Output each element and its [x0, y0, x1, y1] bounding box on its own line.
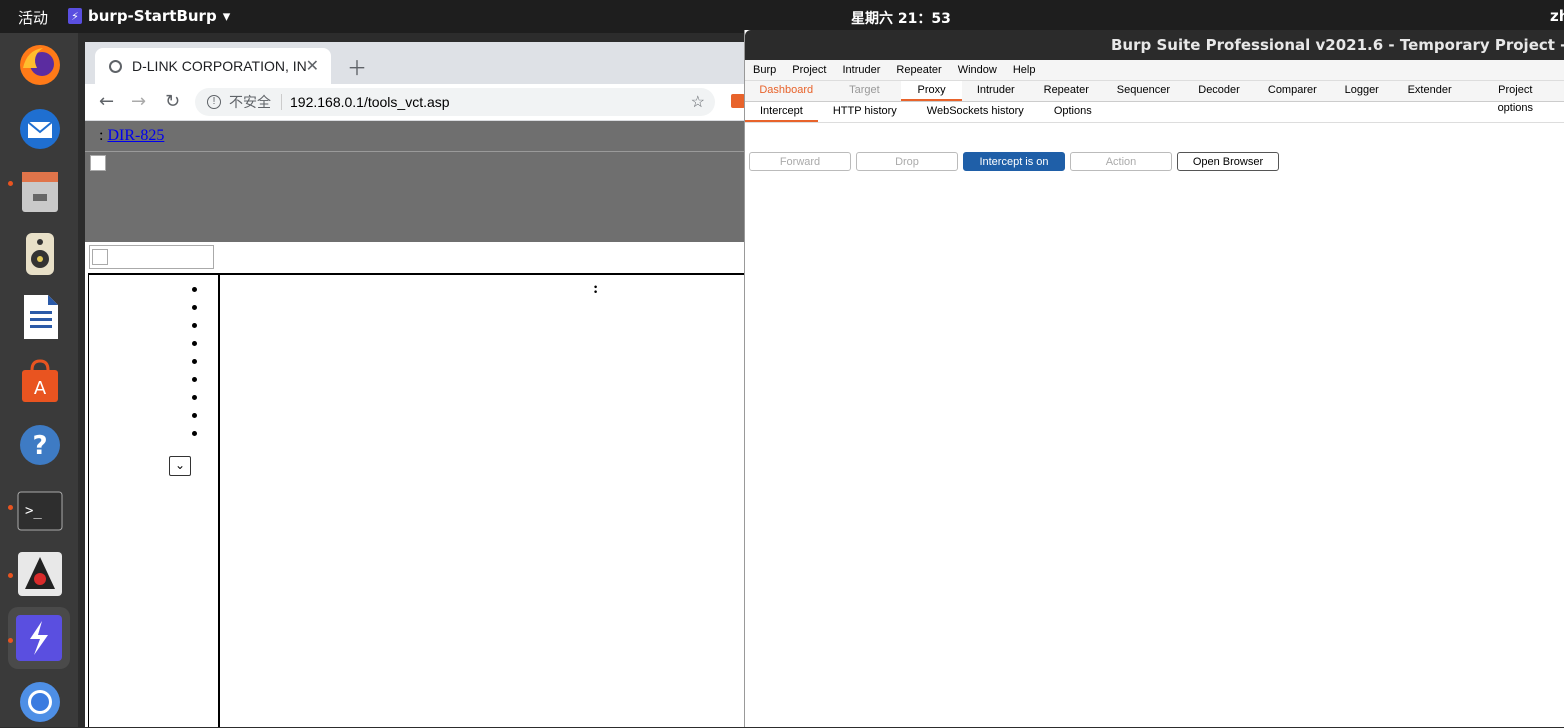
burp-icon[interactable]	[8, 607, 70, 669]
open-browser-button[interactable]: Open Browser	[1177, 152, 1279, 171]
extension-icon[interactable]	[731, 94, 745, 108]
software-center-icon[interactable]: A	[14, 355, 66, 407]
app-menu-label: burp-StartBurp	[88, 7, 217, 25]
banner	[85, 151, 765, 242]
main-tabs: Dashboard Target Proxy Intruder Repeater…	[745, 81, 1564, 114]
action-button[interactable]: Action	[1070, 152, 1172, 171]
insecure-label: 不安全	[229, 94, 271, 110]
user-menu[interactable]: zh	[1550, 7, 1564, 25]
burp-titlebar: Burp Suite Professional v2021.6 - Tempor…	[745, 30, 1564, 60]
proxy-sub-tabs: Intercept HTTP history WebSockets histor…	[745, 102, 1564, 123]
address-bar[interactable]: ! 不安全 192.168.0.1/tools_vct.asp ☆	[195, 88, 715, 116]
burp-app-icon: ⚡	[68, 8, 82, 24]
menu-burp[interactable]: Burp	[753, 64, 776, 76]
tab-repeater[interactable]: Repeater	[1030, 81, 1103, 101]
tab-proxy[interactable]: Proxy	[901, 81, 962, 101]
broken-image-icon	[90, 155, 106, 171]
broken-image-icon	[92, 249, 108, 265]
tab-intruder[interactable]: Intruder	[962, 81, 1030, 101]
title-prefix: :	[99, 127, 104, 144]
app-menu[interactable]: ⚡ burp-StartBurp ▾	[68, 7, 230, 25]
menu-intruder[interactable]: Intruder	[843, 64, 881, 76]
chevron-down-icon: ▾	[222, 7, 231, 25]
menu-window[interactable]: Window	[958, 64, 997, 76]
thunderbird-icon[interactable]	[14, 103, 66, 155]
menu-repeater[interactable]: Repeater	[896, 64, 941, 76]
burp-window: Burp Suite Professional v2021.6 - Tempor…	[744, 30, 1564, 727]
firefox-icon[interactable]	[14, 39, 66, 91]
dropdown-select[interactable]: ⌄	[169, 456, 191, 476]
running-indicator	[8, 181, 13, 186]
top-bar: 活动 ⚡ burp-StartBurp ▾ 星期六 21：53 zh	[0, 0, 1564, 33]
tab-http-history[interactable]: HTTP history	[818, 102, 912, 122]
svg-text:?: ?	[32, 431, 47, 461]
svg-text:>_: >_	[25, 503, 42, 519]
globe-icon	[109, 59, 122, 73]
tab-decoder[interactable]: Decoder	[1184, 81, 1254, 101]
menu-help[interactable]: Help	[1013, 64, 1036, 76]
writer-icon[interactable]	[14, 291, 66, 343]
section-colon: :	[593, 280, 599, 297]
content-area: ⌄ :	[88, 273, 765, 727]
back-arrow-icon[interactable]: ←	[99, 91, 114, 112]
clock[interactable]: 星期六 21：53	[851, 8, 951, 28]
reload-icon[interactable]: ↻	[165, 91, 180, 112]
tab-target[interactable]: Target	[828, 81, 902, 101]
dock: A ? >_	[0, 33, 78, 727]
new-tab-button[interactable]: ＋	[347, 52, 367, 81]
terminal-icon[interactable]: >_	[14, 485, 66, 537]
help-icon[interactable]: ?	[14, 419, 66, 471]
forward-arrow-icon[interactable]: →	[131, 91, 146, 112]
tab-websockets-history[interactable]: WebSockets history	[912, 102, 1039, 122]
warning-icon[interactable]: !	[207, 95, 221, 109]
divider	[281, 94, 282, 110]
rhythmbox-icon[interactable]	[14, 228, 66, 280]
browser-window: D-LINK CORPORATION, IN ✕ ＋ ← → ↻ ! 不安全 1…	[85, 42, 765, 727]
tab-strip: D-LINK CORPORATION, IN ✕ ＋	[85, 42, 765, 84]
star-icon[interactable]: ☆	[691, 92, 705, 112]
chrome-icon[interactable]	[14, 676, 66, 728]
tab-project-options[interactable]: Project options	[1466, 81, 1564, 114]
browser-tab[interactable]: D-LINK CORPORATION, IN ✕	[95, 48, 331, 84]
page-title: : DIR-825	[85, 121, 765, 151]
svg-text:A: A	[34, 378, 47, 399]
intercept-buttons: Forward Drop Intercept is on Action Open…	[749, 152, 1279, 171]
tab-options[interactable]: Options	[1039, 102, 1107, 122]
forward-button[interactable]: Forward	[749, 152, 851, 171]
tab-comparer[interactable]: Comparer	[1254, 81, 1330, 101]
close-icon[interactable]: ✕	[306, 56, 319, 76]
files-icon[interactable]	[14, 165, 66, 217]
browser-toolbar: ← → ↻ ! 不安全 192.168.0.1/tools_vct.asp ☆	[85, 84, 765, 121]
url-text: 192.168.0.1/tools_vct.asp	[290, 94, 450, 110]
java-icon[interactable]	[14, 548, 66, 600]
broken-image	[89, 245, 214, 269]
running-indicator	[8, 573, 13, 578]
page-content: : DIR-825 ⌄ :	[85, 121, 765, 727]
tab-intercept[interactable]: Intercept	[745, 102, 818, 122]
running-indicator	[8, 638, 13, 643]
menu-project[interactable]: Project	[792, 64, 826, 76]
drop-button[interactable]: Drop	[856, 152, 958, 171]
tab-logger[interactable]: Logger	[1330, 81, 1394, 101]
tab-sequencer[interactable]: Sequencer	[1103, 81, 1185, 101]
left-column: ⌄	[88, 275, 220, 727]
burp-menubar: Burp Project Intruder Repeater Window He…	[745, 60, 1564, 81]
activities-button[interactable]: 活动	[18, 7, 48, 28]
image-row	[85, 242, 765, 274]
model-link[interactable]: DIR-825	[107, 127, 164, 145]
tab-dashboard[interactable]: Dashboard	[745, 81, 828, 101]
running-indicator	[8, 505, 13, 510]
tab-extender[interactable]: Extender	[1394, 81, 1466, 101]
intercept-toggle-button[interactable]: Intercept is on	[963, 152, 1065, 171]
tab-title: D-LINK CORPORATION, IN	[132, 58, 307, 74]
burp-title: Burp Suite Professional v2021.6 - Tempor…	[1111, 36, 1564, 54]
